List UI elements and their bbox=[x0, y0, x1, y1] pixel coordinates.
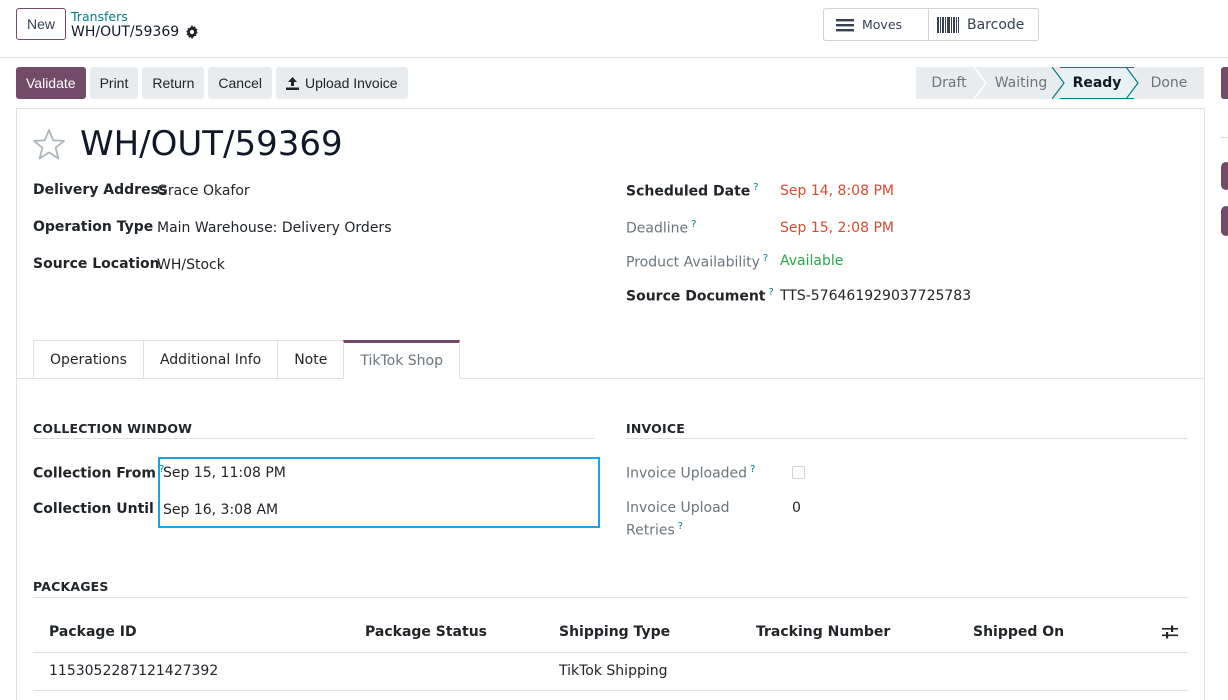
collection-from-label: Collection From? bbox=[33, 464, 164, 482]
breadcrumb-record: WH/OUT/59369 bbox=[71, 24, 180, 40]
column-shipping-type[interactable]: Shipping Type bbox=[559, 624, 670, 640]
source-location-label: Source Location bbox=[33, 256, 160, 272]
section-divider bbox=[33, 438, 595, 439]
stage-separator-icon bbox=[1126, 67, 1139, 99]
upload-invoice-label: Upload Invoice bbox=[304, 75, 398, 91]
deadline-label-text: Deadline bbox=[626, 220, 689, 237]
column-tracking-number[interactable]: Tracking Number bbox=[756, 624, 890, 640]
stage-ready[interactable]: Ready bbox=[1060, 67, 1139, 99]
stage-draft-label: Draft bbox=[931, 75, 967, 91]
validate-button[interactable]: Validate bbox=[16, 67, 86, 99]
chatter-avatar[interactable] bbox=[1221, 206, 1228, 236]
scheduled-date-field[interactable]: Sep 14, 8:08 PM bbox=[780, 183, 894, 199]
delivery-address-label: Delivery Address bbox=[33, 182, 168, 198]
operation-type-field[interactable]: Main Warehouse: Delivery Orders bbox=[157, 220, 392, 236]
control-panel: New Transfers WH/OUT/59369 Moves Barcode bbox=[0, 0, 1228, 58]
new-button[interactable]: New bbox=[16, 8, 66, 40]
column-shipped-on[interactable]: Shipped On bbox=[973, 624, 1064, 640]
product-availability-label-text: Product Availability bbox=[626, 254, 760, 271]
scheduled-date-label-text: Scheduled Date bbox=[626, 183, 751, 200]
upload-invoice-button[interactable]: Upload Invoice bbox=[275, 67, 408, 99]
help-icon[interactable]: ? bbox=[678, 521, 683, 532]
collection-from-label-text: Collection From bbox=[33, 465, 157, 482]
divider bbox=[1220, 137, 1228, 138]
delivery-address-field[interactable]: Grace Okafor bbox=[157, 183, 250, 199]
packages-heading: PACKAGES bbox=[33, 579, 109, 594]
source-location-field[interactable]: WH/Stock bbox=[157, 257, 225, 273]
selection-highlight bbox=[158, 457, 600, 528]
tab-operations[interactable]: Operations bbox=[33, 340, 144, 379]
help-icon[interactable]: ? bbox=[769, 287, 774, 298]
source-document-field[interactable]: TTS-576461929037725783 bbox=[780, 288, 971, 304]
breadcrumb-transfers[interactable]: Transfers bbox=[71, 9, 128, 24]
source-document-label-text: Source Document bbox=[626, 288, 766, 305]
column-package-status[interactable]: Package Status bbox=[365, 624, 487, 640]
tab-note[interactable]: Note bbox=[277, 340, 345, 379]
moves-label: Moves bbox=[862, 17, 903, 32]
barcode-icon bbox=[937, 16, 959, 33]
stage-done-label: Done bbox=[1150, 75, 1188, 91]
stage-waiting-label: Waiting bbox=[994, 75, 1048, 91]
invoice-upload-retries-label: Invoice Upload bbox=[626, 500, 730, 516]
invoice-upload-retries-label-text: Retries bbox=[626, 522, 675, 539]
notebook-tabs: Operations Additional Info Note TikTok S… bbox=[33, 340, 460, 379]
barcode-label: Barcode bbox=[967, 16, 1025, 33]
invoice-upload-retries-field: 0 bbox=[792, 500, 801, 516]
help-icon[interactable]: ? bbox=[753, 182, 758, 193]
collection-until-label: Collection Until bbox=[33, 501, 154, 517]
stage-separator-icon bbox=[974, 67, 987, 99]
cell-shipping-type[interactable]: TikTok Shipping bbox=[559, 663, 668, 679]
table-row-divider bbox=[33, 690, 1188, 691]
invoice-upload-retries-label-line2: Retries? bbox=[626, 521, 683, 539]
cell-package-id[interactable]: 1153052287121427392 bbox=[49, 663, 218, 679]
view-switcher: Moves Barcode bbox=[823, 8, 1040, 41]
moves-button[interactable]: Moves bbox=[824, 9, 928, 40]
barcode-button[interactable]: Barcode bbox=[928, 9, 1038, 40]
upload-icon bbox=[285, 76, 299, 90]
tab-additional-info[interactable]: Additional Info bbox=[142, 340, 279, 379]
stage-waiting[interactable]: Waiting bbox=[982, 67, 1065, 99]
scheduled-date-label: Scheduled Date? bbox=[626, 182, 759, 200]
tab-tiktok-shop[interactable]: TikTok Shop bbox=[343, 340, 460, 379]
chatter-avatar[interactable] bbox=[1221, 162, 1228, 190]
invoice-uploaded-label-text: Invoice Uploaded bbox=[626, 465, 748, 482]
product-availability-label: Product Availability? bbox=[626, 253, 768, 271]
collection-window-heading: COLLECTION WINDOW bbox=[33, 421, 193, 436]
return-button[interactable]: Return bbox=[142, 67, 205, 99]
breadcrumb-current: WH/OUT/59369 bbox=[71, 24, 199, 40]
column-package-id[interactable]: Package ID bbox=[49, 624, 137, 640]
page-title: WH/OUT/59369 bbox=[80, 124, 343, 164]
section-divider bbox=[33, 597, 1188, 598]
deadline-field: Sep 15, 2:08 PM bbox=[780, 220, 894, 236]
stage-draft[interactable]: Draft bbox=[916, 67, 987, 99]
section-divider bbox=[626, 438, 1188, 439]
deadline-label: Deadline? bbox=[626, 219, 696, 237]
product-availability-field: Available bbox=[780, 253, 844, 269]
stage-separator-icon bbox=[1052, 67, 1065, 99]
cancel-button[interactable]: Cancel bbox=[208, 67, 272, 99]
stage-done[interactable]: Done bbox=[1134, 67, 1204, 99]
help-icon[interactable]: ? bbox=[763, 253, 768, 264]
column-settings-icon[interactable] bbox=[1162, 625, 1178, 639]
list-icon bbox=[836, 18, 854, 31]
invoice-heading: INVOICE bbox=[626, 421, 685, 436]
help-icon[interactable]: ? bbox=[691, 219, 696, 230]
status-bar: Draft Waiting Ready Done bbox=[916, 67, 1204, 99]
print-button[interactable]: Print bbox=[89, 67, 139, 99]
help-icon[interactable]: ? bbox=[750, 464, 755, 475]
gear-icon[interactable] bbox=[185, 25, 199, 39]
operation-type-label: Operation Type bbox=[33, 219, 154, 235]
invoice-uploaded-checkbox[interactable] bbox=[792, 466, 805, 479]
star-icon[interactable] bbox=[32, 128, 66, 162]
table-header-divider bbox=[33, 652, 1188, 653]
stage-ready-label: Ready bbox=[1072, 75, 1122, 91]
chatter-toggle[interactable] bbox=[1221, 67, 1228, 99]
invoice-uploaded-label: Invoice Uploaded? bbox=[626, 464, 755, 482]
action-buttons: Validate Print Return Cancel Upload Invo… bbox=[16, 67, 408, 99]
source-document-label: Source Document? bbox=[626, 287, 774, 305]
